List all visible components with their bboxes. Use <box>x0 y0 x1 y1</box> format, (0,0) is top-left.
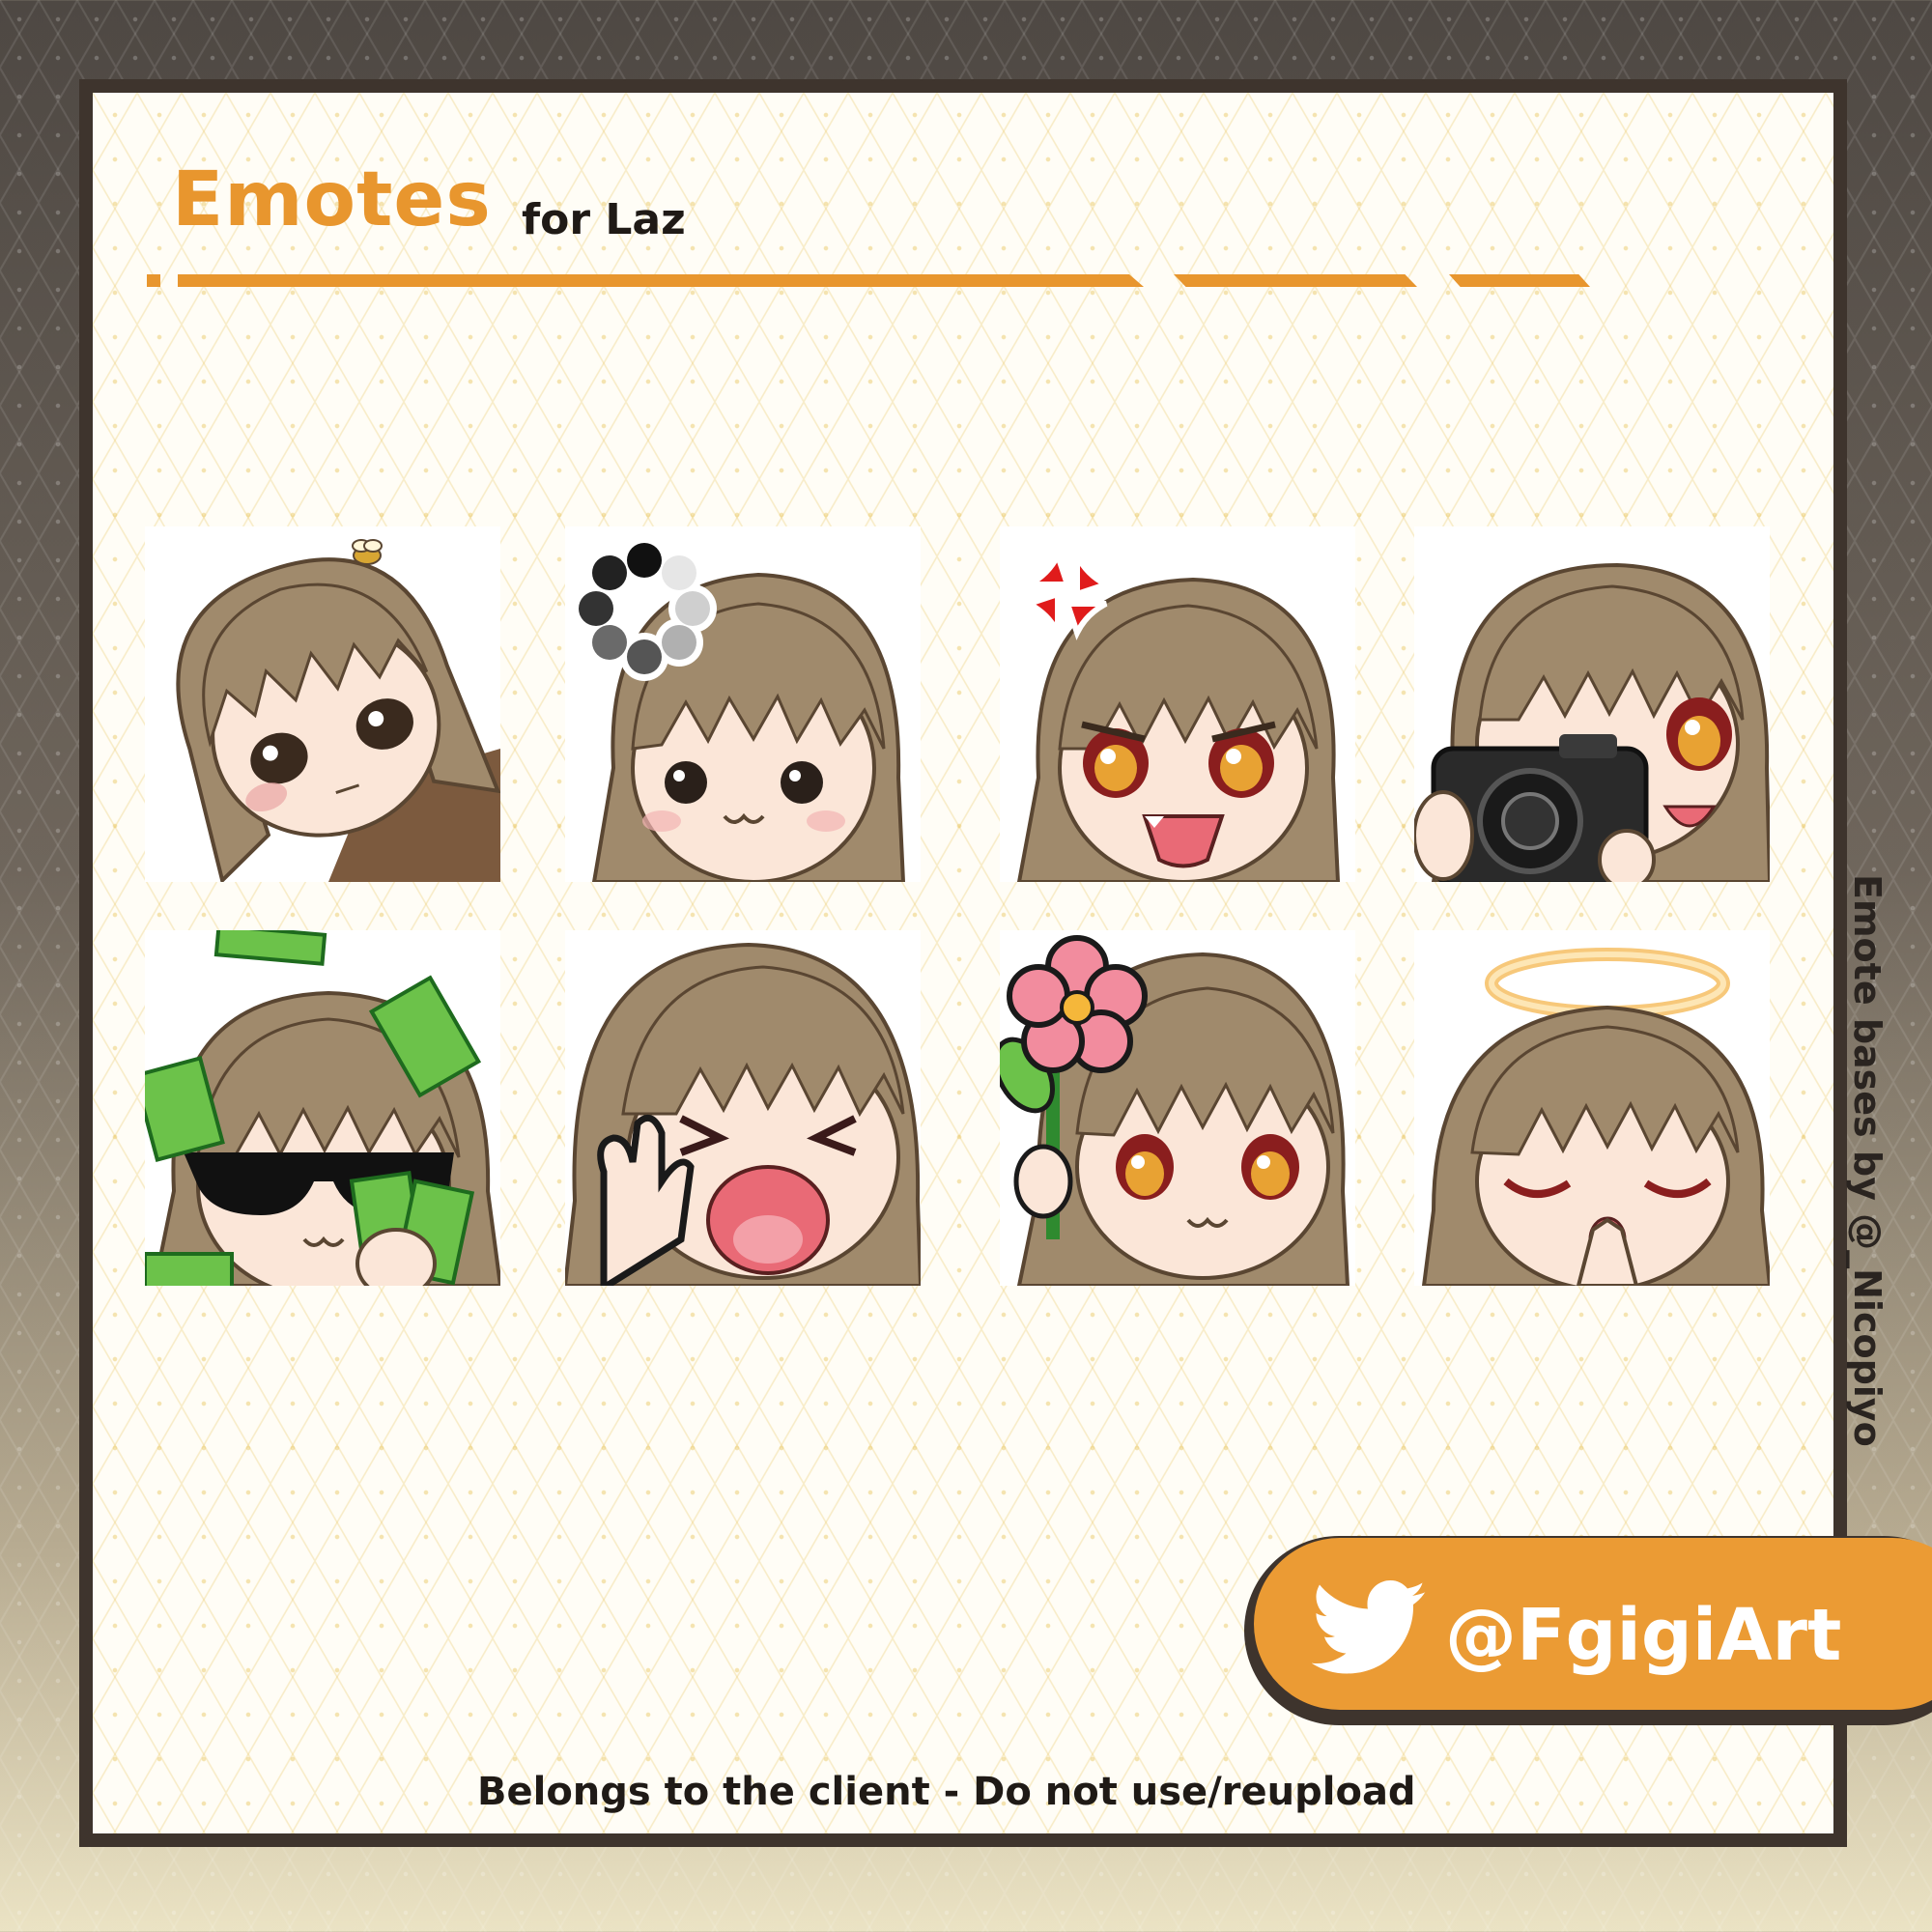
character-camera-icon <box>1414 526 1770 882</box>
footer-note: Belongs to the client - Do not use/reupl… <box>477 1770 1416 1814</box>
emote-angry <box>1000 526 1355 882</box>
character-laugh-wave-icon <box>565 930 921 1286</box>
emote-money <box>145 930 500 1286</box>
side-credit: Emote bases by @_Nicopiyo <box>1846 874 1889 1447</box>
twitter-handle[interactable]: @FgigiArt <box>1445 1600 1841 1671</box>
page-subtitle: for Laz <box>522 195 686 244</box>
character-flower-icon <box>1000 930 1355 1286</box>
page-title: Emotes <box>172 156 492 243</box>
emote-flower <box>1000 930 1355 1286</box>
emote-pray <box>1414 930 1770 1286</box>
character-halo-pray-icon <box>1414 930 1770 1286</box>
emote-loading <box>565 526 921 882</box>
character-sunglasses-money-icon <box>145 930 500 1286</box>
character-loading-spinner-icon <box>565 526 921 882</box>
emote-camera <box>1414 526 1770 882</box>
emote-laugh-wave <box>565 930 921 1286</box>
header-rule-short <box>1449 274 1590 287</box>
emote-tilt-pout <box>145 526 500 882</box>
character-anger-mark-icon <box>1000 526 1355 882</box>
twitter-bird-icon <box>1312 1580 1426 1674</box>
header-rule-long <box>178 274 1144 287</box>
header-rule-medium <box>1174 274 1417 287</box>
character-tilt-head-icon <box>145 526 500 882</box>
header-rule-dot <box>147 274 160 287</box>
